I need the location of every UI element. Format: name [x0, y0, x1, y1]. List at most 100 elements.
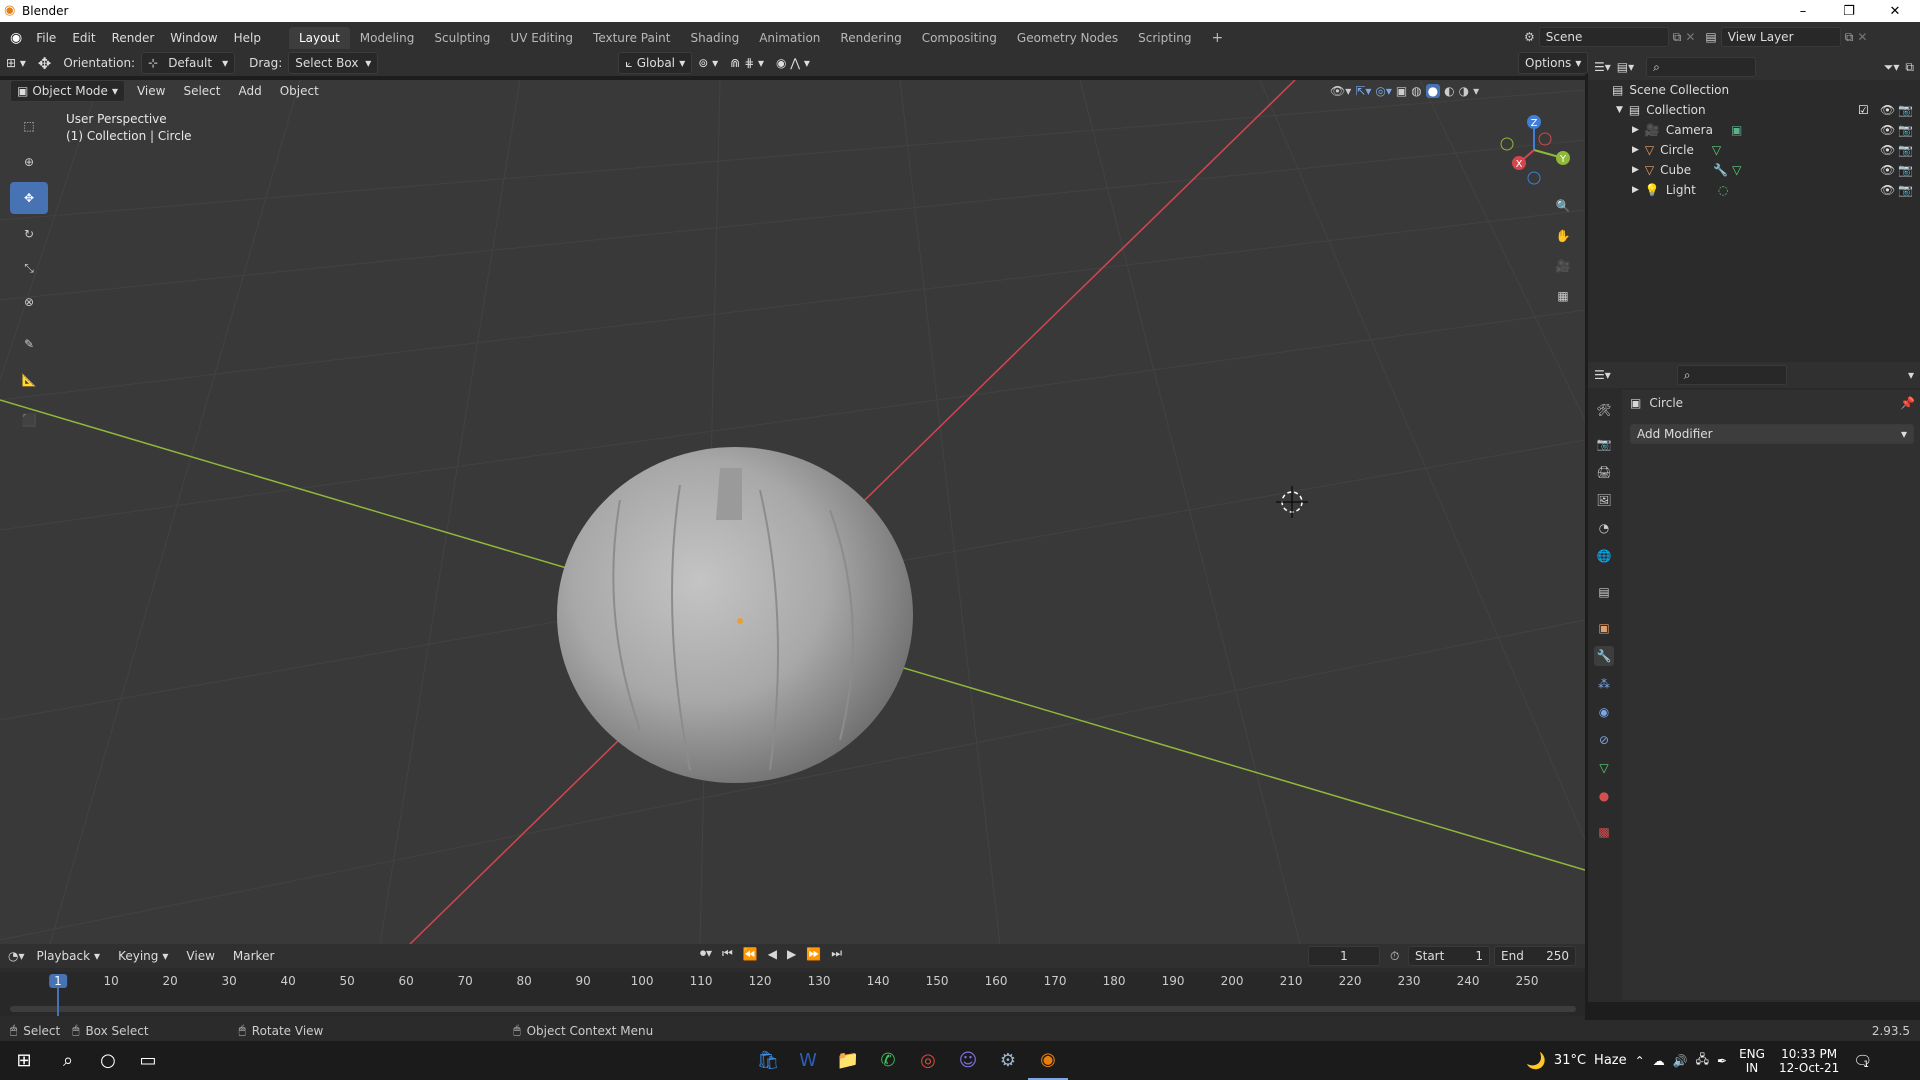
pumpkin-mesh[interactable] [557, 447, 913, 783]
particles-tab-icon[interactable]: ⁂ [1594, 674, 1614, 694]
chevron-down-icon[interactable]: ▾ [1908, 368, 1914, 382]
pin-icon[interactable]: 📌 [1900, 396, 1915, 410]
transform-tool[interactable]: ⊗ [10, 286, 48, 318]
constraints-tab-icon[interactable]: ⊘ [1594, 730, 1614, 750]
add-modifier-dropdown[interactable]: Add Modifier ▾ [1630, 424, 1914, 444]
navigation-gizmo[interactable]: Z Y X [1488, 112, 1578, 192]
outliner-item-cube[interactable]: ▶ ▽ Cube 🔧 ▽ 👁 📷 [1588, 160, 1920, 180]
cortana-icon[interactable]: ○ [88, 1041, 128, 1080]
cursor-tool[interactable]: ⊕ [10, 146, 48, 178]
3d-viewport[interactable]: ▣ Object Mode ▾ View Select Add Object 👁▾ … [0, 80, 1585, 944]
jump-end-icon[interactable]: ⏭ [831, 946, 842, 961]
eye-icon[interactable]: 👁 [1880, 183, 1895, 197]
material-shading-icon[interactable]: ◐ [1444, 84, 1454, 98]
search-icon[interactable]: ⌕ [48, 1041, 88, 1080]
tab-animation[interactable]: Animation [749, 27, 830, 49]
menu-window[interactable]: Window [162, 31, 225, 45]
tab-uv-editing[interactable]: UV Editing [500, 27, 583, 49]
measure-tool[interactable]: 📐 [10, 364, 48, 396]
proportional-edit-icon[interactable]: ◉ ⋀ ▾ [770, 52, 816, 74]
shading-options-icon[interactable]: ▾ [1473, 84, 1479, 98]
outliner-editor-icon[interactable]: ☰▾ [1594, 60, 1611, 74]
camera-render-icon[interactable]: 📷 [1898, 163, 1913, 177]
tab-compositing[interactable]: Compositing [912, 27, 1007, 49]
perspective-toggle-icon[interactable]: ▦ [1549, 284, 1577, 308]
play-icon[interactable]: ▶ [787, 947, 796, 961]
display-mode-icon[interactable]: ▤▾ [1617, 60, 1634, 74]
delete-view-layer-icon[interactable]: ✕ [1857, 30, 1867, 44]
playback-menu[interactable]: Playback ▾ [31, 945, 107, 967]
expand-arrow-icon[interactable]: ▶ [1632, 165, 1639, 175]
move-tool[interactable]: ✥ [10, 182, 48, 214]
expand-arrow-icon[interactable]: ▶ [1632, 145, 1639, 155]
menu-render[interactable]: Render [104, 31, 163, 45]
transform-orientation-dropdown[interactable]: ⟀ Global ▾ [618, 52, 693, 74]
modifier-properties-tab-icon[interactable]: 🔧 [1594, 646, 1614, 666]
prev-keyframe-icon[interactable]: ⏪ [743, 947, 758, 961]
start-frame-field[interactable]: Start 1 [1408, 946, 1490, 966]
object-menu[interactable]: Object [274, 80, 325, 102]
scene-icon[interactable]: ⚙ [1524, 30, 1535, 44]
camera-view-icon[interactable]: 🎥 [1549, 254, 1577, 278]
texture-properties-tab-icon[interactable]: ▩ [1594, 822, 1614, 842]
clock[interactable]: 10:33 PM 12-Oct-21 [1779, 1047, 1839, 1075]
editor-type-icon[interactable]: ⊞ ▾ [0, 52, 32, 74]
overlays-icon[interactable]: ◎▾ [1375, 84, 1392, 98]
language-indicator[interactable]: ENG IN [1739, 1047, 1765, 1075]
notification-icon[interactable]: 🗨 1 [1853, 1052, 1872, 1070]
tab-sculpting[interactable]: Sculpting [424, 27, 500, 49]
eye-icon[interactable]: 👁 [1880, 143, 1895, 157]
tab-shading[interactable]: Shading [680, 27, 749, 49]
tool-properties-tab-icon[interactable]: 🛠 [1594, 400, 1614, 420]
marker-menu[interactable]: Marker [227, 945, 280, 967]
add-menu[interactable]: Add [232, 80, 267, 102]
stopwatch-icon[interactable]: ⏱ [1390, 949, 1399, 964]
outliner-item-camera[interactable]: ▶ 🎥 Camera ▣ 👁 📷 [1588, 120, 1920, 140]
onedrive-icon[interactable]: ☁ [1653, 1054, 1665, 1068]
new-collection-icon[interactable]: ⧉ [1905, 60, 1914, 75]
annotate-tool[interactable]: ✎ [10, 328, 48, 360]
tab-scripting[interactable]: Scripting [1128, 27, 1201, 49]
world-properties-tab-icon[interactable]: 🌐 [1594, 546, 1614, 566]
volume-icon[interactable]: 🔊 [1673, 1054, 1688, 1068]
collection-row[interactable]: ▼ ▤ Collection ☑ 👁 📷 [1588, 100, 1920, 120]
outliner-item-circle[interactable]: ▶ ▽ Circle ▽ 👁 📷 [1588, 140, 1920, 160]
steam-icon[interactable]: ⚙ [988, 1041, 1028, 1080]
add-workspace-icon[interactable]: + [1202, 26, 1234, 50]
timeline-track[interactable]: 1 10 20 30 40 50 60 70 80 90 100 110 120 130 140 150 160… [0, 972, 1585, 1016]
select-menu[interactable]: Select [177, 80, 226, 102]
render-properties-tab-icon[interactable]: 📷 [1594, 434, 1614, 454]
xray-icon[interactable]: ▣ [1396, 84, 1407, 98]
properties-search-input[interactable]: ⌕ [1676, 365, 1787, 385]
material-properties-tab-icon[interactable]: ● [1594, 786, 1614, 806]
rotate-tool[interactable]: ↻ [10, 218, 48, 250]
weather-icon[interactable]: 🌙 [1526, 1051, 1546, 1070]
object-properties-tab-icon[interactable]: ▣ [1594, 618, 1614, 638]
tab-layout[interactable]: Layout [288, 27, 350, 49]
view-menu[interactable]: View [131, 80, 171, 102]
checkbox-icon[interactable]: ☑ [1858, 103, 1869, 117]
word-icon[interactable]: W [788, 1041, 828, 1080]
keying-menu[interactable]: Keying ▾ [112, 945, 174, 967]
expand-arrow-icon[interactable]: ▶ [1632, 125, 1639, 135]
pan-hand-icon[interactable]: ✋ [1549, 224, 1577, 248]
minimize-button[interactable]: – [1780, 0, 1826, 22]
physics-tab-icon[interactable]: ◉ [1594, 702, 1614, 722]
view-layer-field[interactable]: View Layer [1720, 27, 1841, 47]
select-box-tool[interactable]: ⬚ [10, 110, 48, 142]
timeline-editor-icon[interactable]: ◔▾ [8, 949, 25, 963]
end-frame-field[interactable]: End 250 [1494, 946, 1576, 966]
orientation-dropdown[interactable]: ⊹ Default ▾ [141, 52, 236, 74]
filter-icon[interactable]: ⏷▾ [1884, 60, 1900, 75]
close-button[interactable]: ✕ [1872, 0, 1918, 22]
gizmo-toggle-icon[interactable]: ⇱▾ [1355, 84, 1371, 98]
tray-chevron-icon[interactable]: ⌃ [1635, 1054, 1645, 1068]
network-icon[interactable]: 🖧 [1696, 1050, 1709, 1071]
pen-icon[interactable]: ✒ [1717, 1054, 1727, 1068]
tab-modeling[interactable]: Modeling [350, 27, 425, 49]
store-icon[interactable]: 🛍 [748, 1041, 788, 1080]
object-mode-dropdown[interactable]: ▣ Object Mode ▾ [10, 80, 125, 102]
camera-render-icon[interactable]: 📷 [1898, 143, 1913, 157]
snap-icon[interactable]: ⋒ ⋕ ▾ [724, 52, 770, 74]
outliner-search-input[interactable]: ⌕ [1646, 57, 1757, 77]
